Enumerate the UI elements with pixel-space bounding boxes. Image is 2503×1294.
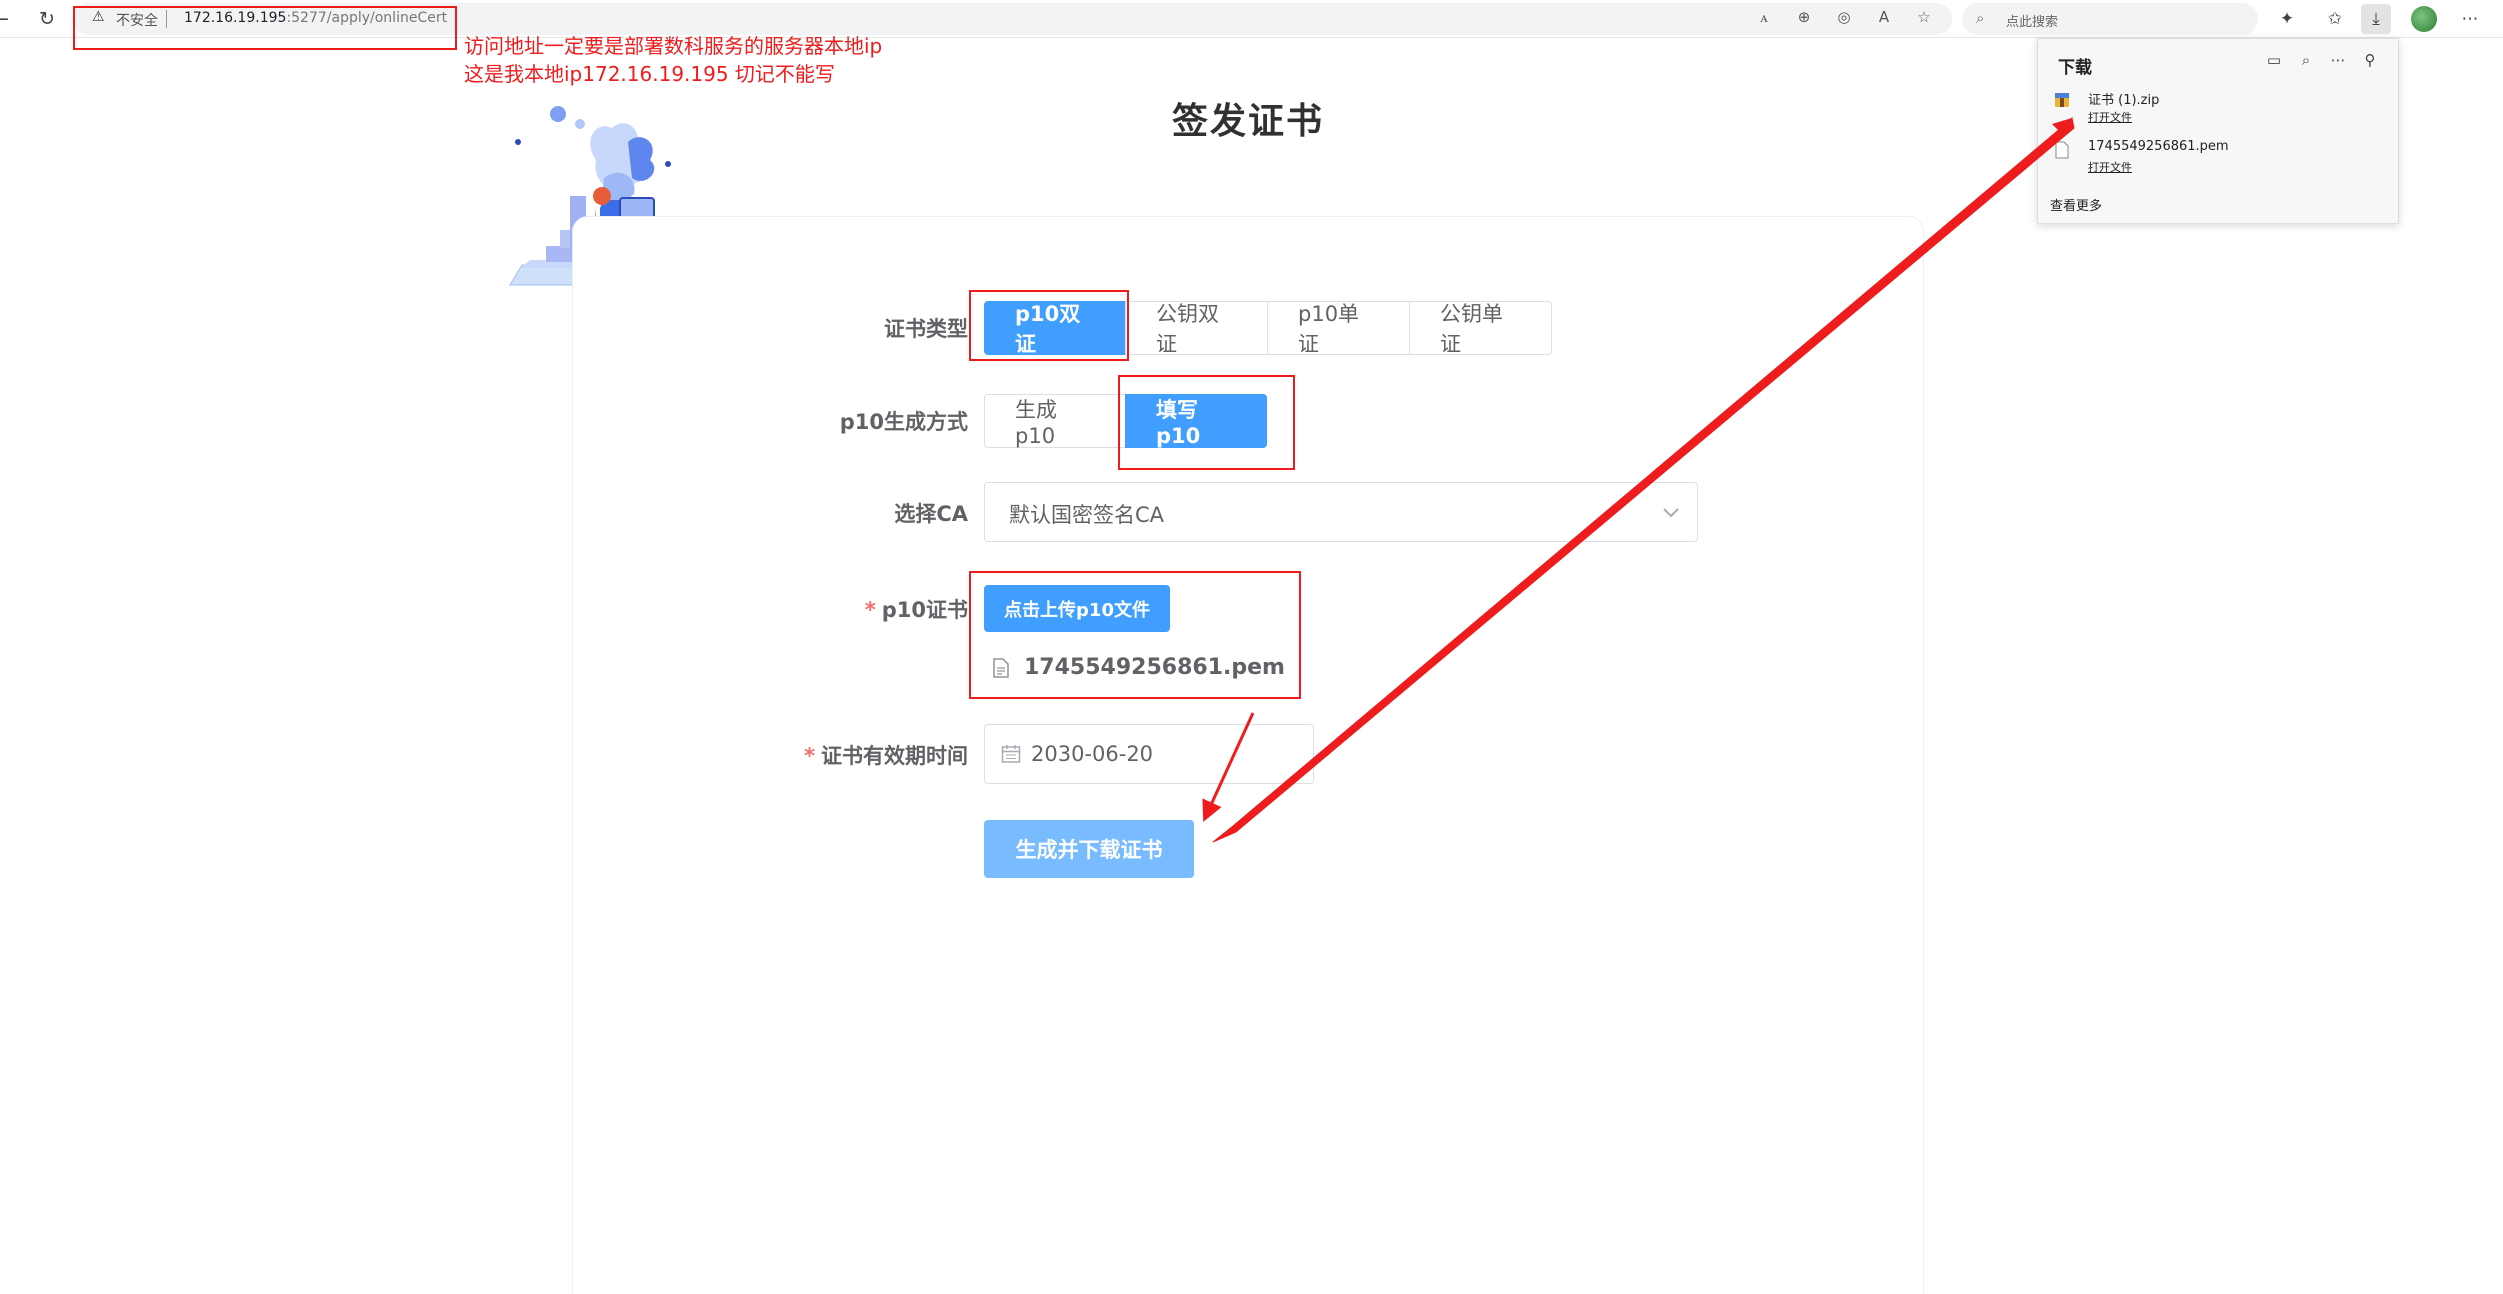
required-mark: * bbox=[864, 598, 876, 622]
search-icon: ⌕ bbox=[1976, 9, 1985, 27]
search-icon[interactable]: ⌕ bbox=[2290, 51, 2322, 69]
search-placeholder: 点此搜索 bbox=[2006, 15, 2059, 30]
open-file-link[interactable]: 打开文件 bbox=[2088, 159, 2132, 175]
cert-type-option-pubkey-dual[interactable]: 公钥双证 bbox=[1125, 301, 1268, 356]
folder-icon[interactable]: ▭ bbox=[2258, 51, 2290, 69]
favorite-star-icon[interactable]: ☆ bbox=[1912, 8, 1936, 26]
validity-label-text: 证书有效期时间 bbox=[821, 744, 968, 768]
ca-select-label: 选择CA bbox=[894, 502, 968, 526]
cert-type-option-pubkey-single[interactable]: 公钥单证 bbox=[1409, 301, 1552, 356]
more-options-icon[interactable]: ⋯ bbox=[2322, 51, 2354, 69]
ca-select-value: 默认国密签名CA bbox=[1009, 503, 1165, 527]
extension-icon[interactable]: ✦ bbox=[2272, 4, 2302, 34]
profile-avatar[interactable] bbox=[2411, 6, 2437, 32]
ca-select[interactable]: 默认国密签名CA bbox=[984, 482, 1698, 542]
validity-label: * 证书有效期时间 bbox=[668, 740, 968, 770]
annotation-box-cert-type bbox=[969, 290, 1129, 361]
annotation-line-2: 这是我本地ip172.16.19.195 切记不能写 bbox=[464, 62, 835, 86]
p10-method-option-generate[interactable]: 生成p10 bbox=[984, 394, 1126, 448]
browser-window: ← ↻ ⚠ 不安全 172.16.19.195:5277/apply/onlin… bbox=[0, 0, 2503, 1294]
pin-icon[interactable]: ⚲ bbox=[2354, 51, 2386, 69]
p10-method-label: p10生成方式 bbox=[839, 410, 968, 434]
page-title: 签发证书 bbox=[1171, 101, 1324, 142]
downloads-title: 下载 bbox=[2058, 58, 2092, 78]
p10-cert-label: * p10证书 bbox=[668, 594, 968, 624]
favorites-icon[interactable]: ✩ bbox=[2320, 4, 2350, 34]
download-icon[interactable]: ⤓ bbox=[2361, 4, 2391, 34]
zip-archive-icon bbox=[2055, 93, 2069, 107]
back-arrow-icon[interactable]: ← bbox=[0, 4, 16, 34]
annotation-box-address bbox=[73, 6, 457, 50]
download-item-name: 1745549256861.pem bbox=[2088, 139, 2229, 154]
see-more-link[interactable]: 查看更多 bbox=[2050, 195, 2102, 214]
download-item-name: 证书 (1).zip bbox=[2088, 93, 2160, 108]
generate-download-button[interactable]: 生成并下载证书 bbox=[984, 820, 1194, 878]
more-menu-icon[interactable]: ⋯ bbox=[2455, 4, 2485, 34]
search-box[interactable]: ⌕ 点此搜索 bbox=[1962, 3, 2258, 35]
validity-date-value: 2030-06-20 bbox=[1031, 742, 1154, 766]
p10-cert-label-text: p10证书 bbox=[881, 598, 968, 622]
downloads-toolbar: ▭ ⌕ ⋯ ⚲ bbox=[2258, 51, 2386, 69]
annotation-note: 访问地址一定要是部署数科服务的服务器本地ip 这是我本地ip172.16.19.… bbox=[464, 32, 882, 88]
download-item[interactable]: 1745549256861.pem 打开文件 bbox=[2054, 139, 2384, 179]
downloads-panel: 下载 ▭ ⌕ ⋯ ⚲ 证书 (1).zip 打开文件 1745549256861… bbox=[2037, 38, 2399, 224]
read-aloud-icon[interactable]: ꭺ bbox=[1752, 8, 1776, 26]
file-icon bbox=[2055, 141, 2069, 159]
required-mark: * bbox=[804, 744, 815, 768]
download-item[interactable]: 证书 (1).zip 打开文件 bbox=[2054, 89, 2384, 129]
refresh-icon[interactable]: ↻ bbox=[32, 4, 62, 34]
chevron-down-icon bbox=[1663, 508, 1679, 518]
cert-type-label: 证书类型 bbox=[884, 317, 968, 341]
annotation-line-1: 访问地址一定要是部署数科服务的服务器本地ip bbox=[464, 34, 883, 58]
open-file-link[interactable]: 打开文件 bbox=[2088, 109, 2132, 125]
validity-date-picker[interactable]: 2030-06-20 bbox=[984, 724, 1314, 784]
tracking-icon[interactable]: ◎ bbox=[1832, 8, 1856, 26]
annotation-box-p10-method bbox=[1118, 375, 1295, 470]
calendar-icon bbox=[1001, 745, 1021, 763]
annotation-box-upload bbox=[969, 571, 1301, 699]
zoom-icon[interactable]: ⊕ bbox=[1792, 8, 1816, 26]
immersive-reader-icon[interactable]: A bbox=[1872, 8, 1896, 26]
cert-type-option-p10-single[interactable]: p10单证 bbox=[1267, 301, 1410, 356]
